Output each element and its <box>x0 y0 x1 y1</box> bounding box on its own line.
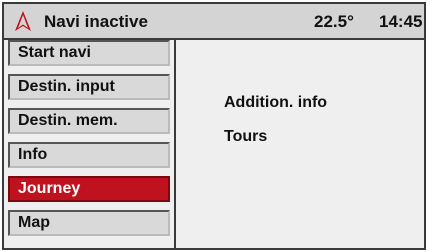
menu-item-journey[interactable]: Journey <box>8 176 170 202</box>
temperature-readout: 22.5° <box>314 12 354 31</box>
journey-submenu: Addition. info Tours <box>174 38 424 248</box>
menu-item-info[interactable]: Info <box>8 142 170 168</box>
menu-item-destination-memory[interactable]: Destin. mem. <box>8 108 170 134</box>
navigation-screen: Navi inactive 22.5° 14:45 Start navi Des… <box>2 2 426 250</box>
clock: 14:45 <box>379 12 423 31</box>
navigation-menu: Start navi Destin. input Destin. mem. In… <box>4 38 174 248</box>
navigation-arrow-icon <box>15 11 31 31</box>
navigation-status: Navi inactive <box>44 12 148 31</box>
menu-item-map[interactable]: Map <box>8 210 170 236</box>
status-bar: Navi inactive 22.5° 14:45 <box>4 4 424 40</box>
menu-item-start-navi[interactable]: Start navi <box>8 40 170 66</box>
submenu-item-tours[interactable]: Tours <box>224 128 267 146</box>
submenu-item-addition-info[interactable]: Addition. info <box>224 94 327 112</box>
menu-item-destination-input[interactable]: Destin. input <box>8 74 170 100</box>
